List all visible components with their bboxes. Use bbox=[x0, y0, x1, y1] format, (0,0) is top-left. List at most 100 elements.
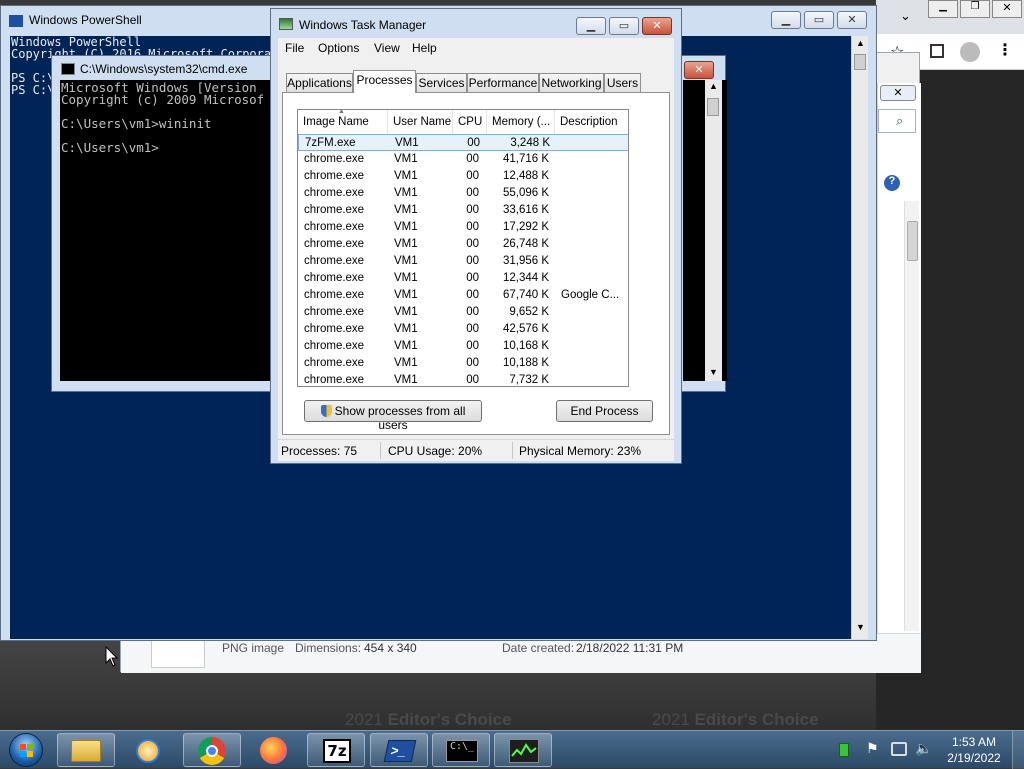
task-manager-titlebar[interactable]: Windows Task Manager ▁ ▭ ✕ bbox=[271, 9, 681, 39]
tab-networking[interactable]: Networking bbox=[539, 73, 604, 92]
tab-users[interactable]: Users bbox=[604, 73, 641, 92]
process-row[interactable]: chrome.exe VM1 00 26,748 K bbox=[298, 236, 628, 253]
process-cell-mem: 10,188 K bbox=[502, 357, 549, 369]
volume-icon[interactable]: 🔈 bbox=[915, 740, 932, 757]
process-list[interactable]: Image Name ▲ User Name CPU Memory (... D… bbox=[297, 109, 629, 387]
maximize-button[interactable]: ▭ bbox=[804, 11, 834, 29]
process-row[interactable]: chrome.exe VM1 00 7,732 K bbox=[298, 372, 628, 386]
process-cell-image: chrome.exe bbox=[304, 187, 365, 199]
search-icon[interactable]: ⌕ bbox=[896, 113, 903, 129]
status-divider bbox=[380, 442, 381, 459]
action-center-flag-icon[interactable]: ⚑ bbox=[866, 740, 879, 757]
file-thumbnail bbox=[151, 638, 205, 668]
show-desktop-button[interactable] bbox=[1012, 731, 1024, 769]
column-header-memory[interactable]: Memory (... bbox=[487, 110, 555, 134]
process-cell-user: VM1 bbox=[394, 289, 418, 301]
process-row[interactable]: chrome.exe VM1 00 67,740 K Google C... bbox=[298, 287, 628, 304]
close-button[interactable]: ✕ bbox=[642, 17, 672, 35]
process-cell-cpu: 00 bbox=[466, 204, 479, 216]
process-cell-cpu: 00 bbox=[466, 340, 479, 352]
taskbar-firefox[interactable] bbox=[245, 733, 303, 767]
network-icon[interactable] bbox=[891, 742, 907, 756]
close-button[interactable]: ✕ bbox=[992, 0, 1022, 18]
menu-help[interactable]: Help bbox=[412, 41, 437, 55]
tab-performance[interactable]: Performance bbox=[467, 73, 539, 92]
process-row[interactable]: chrome.exe VM1 00 12,488 K bbox=[298, 168, 628, 185]
column-header-cpu[interactable]: CPU bbox=[453, 110, 487, 134]
process-cell-mem: 31,956 K bbox=[502, 255, 549, 267]
show-all-processes-button[interactable]: Show processes from all users bbox=[304, 400, 482, 432]
process-row[interactable]: chrome.exe VM1 00 17,292 K bbox=[298, 219, 628, 236]
taskbar-explorer[interactable] bbox=[57, 733, 115, 767]
scroll-thumb[interactable] bbox=[854, 54, 866, 70]
process-row[interactable]: chrome.exe VM1 00 31,956 K bbox=[298, 253, 628, 270]
process-row[interactable]: chrome.exe VM1 00 10,188 K bbox=[298, 355, 628, 372]
taskbar-task-manager[interactable] bbox=[494, 733, 552, 767]
taskbar-cmd[interactable]: C:\_ bbox=[432, 733, 490, 767]
scroll-thumb[interactable] bbox=[707, 98, 719, 116]
task-manager-icon bbox=[279, 18, 293, 30]
menu-file[interactable]: File bbox=[285, 41, 304, 55]
process-cell-cpu: 00 bbox=[466, 187, 479, 199]
task-manager-icon bbox=[509, 739, 539, 763]
dimensions-value: 454 x 340 bbox=[364, 641, 417, 655]
taskbar-chrome[interactable] bbox=[183, 733, 241, 767]
maximize-button[interactable]: ▭ bbox=[609, 17, 639, 35]
process-row[interactable]: chrome.exe VM1 00 41,716 K bbox=[298, 151, 628, 168]
explorer-close-button[interactable]: ✕ bbox=[880, 85, 916, 101]
task-manager-window[interactable]: Windows Task Manager ▁ ▭ ✕ File Options … bbox=[270, 8, 682, 464]
date-created-label: Date created: bbox=[502, 641, 575, 655]
column-header-user-name[interactable]: User Name bbox=[388, 110, 453, 134]
minimize-button[interactable]: ▁ bbox=[771, 11, 801, 29]
process-cell-cpu: 00 bbox=[466, 170, 479, 182]
process-row[interactable]: chrome.exe VM1 00 55,096 K bbox=[298, 185, 628, 202]
process-row[interactable]: chrome.exe VM1 00 9,652 K bbox=[298, 304, 628, 321]
minimize-button[interactable]: ▁ bbox=[928, 0, 958, 18]
process-cell-image: chrome.exe bbox=[304, 340, 365, 352]
column-header-description[interactable]: Description bbox=[555, 110, 628, 134]
menu-options[interactable]: Options bbox=[318, 41, 359, 55]
minimize-button[interactable]: ▁ bbox=[576, 17, 606, 35]
explorer-scroll-thumb[interactable] bbox=[907, 221, 918, 261]
profile-icon[interactable] bbox=[960, 42, 980, 62]
taskbar-powershell[interactable]: >_ bbox=[370, 733, 428, 767]
clock[interactable]: 1:53 AM 2/19/2022 bbox=[934, 735, 1014, 765]
tab-processes[interactable]: Processes bbox=[353, 70, 416, 93]
menu-kebab-icon[interactable]: ⋮ bbox=[997, 40, 1013, 60]
chevron-down-icon[interactable]: ⌄ bbox=[900, 8, 911, 24]
menu-view[interactable]: View bbox=[374, 41, 400, 55]
process-row[interactable]: chrome.exe VM1 00 10,168 K bbox=[298, 338, 628, 355]
promo-text-left: 2021 Editor's Choice bbox=[345, 710, 512, 730]
tab-applications[interactable]: Applications bbox=[286, 73, 353, 92]
close-button[interactable]: ✕ bbox=[837, 11, 867, 29]
tab-services[interactable]: Services bbox=[416, 73, 467, 92]
process-row[interactable]: chrome.exe VM1 00 33,616 K bbox=[298, 202, 628, 219]
explorer-scrollbar[interactable] bbox=[904, 201, 919, 631]
cmd-scrollbar[interactable]: ▲ ▼ bbox=[705, 80, 722, 381]
process-cell-mem: 55,096 K bbox=[502, 187, 549, 199]
side-panel-icon[interactable] bbox=[930, 44, 944, 58]
process-row[interactable]: chrome.exe VM1 00 12,344 K bbox=[298, 270, 628, 287]
scroll-down-arrow[interactable]: ▼ bbox=[709, 367, 718, 377]
process-cell-user: VM1 bbox=[395, 137, 419, 149]
taskbar-media-player[interactable] bbox=[120, 733, 178, 767]
powershell-scrollbar[interactable]: ▲ ▼ bbox=[851, 36, 868, 639]
windows-orb-icon bbox=[9, 733, 43, 767]
close-button[interactable]: ✕ bbox=[684, 61, 714, 79]
process-row[interactable]: chrome.exe VM1 00 42,576 K bbox=[298, 321, 628, 338]
scroll-up-arrow[interactable]: ▲ bbox=[709, 81, 718, 91]
process-cell-user: VM1 bbox=[394, 204, 418, 216]
taskbar-7zip[interactable]: 7z bbox=[307, 733, 365, 767]
scroll-up-arrow[interactable]: ▲ bbox=[856, 38, 865, 48]
start-button[interactable] bbox=[6, 731, 46, 769]
column-header-image-name[interactable]: Image Name ▲ bbox=[298, 110, 388, 134]
promo-title-left: Editor's Choice bbox=[387, 710, 512, 729]
process-row[interactable]: 7zFM.exe VM1 00 3,248 K bbox=[298, 134, 628, 151]
restore-button[interactable]: ❐ bbox=[960, 0, 990, 18]
status-physical-memory: Physical Memory: 23% bbox=[519, 444, 642, 458]
end-process-button[interactable]: End Process bbox=[556, 400, 653, 422]
process-cell-image: chrome.exe bbox=[304, 170, 365, 182]
tray-battery-icon[interactable] bbox=[839, 743, 849, 757]
scroll-down-arrow[interactable]: ▼ bbox=[856, 622, 865, 632]
help-icon[interactable]: ? bbox=[884, 175, 900, 191]
